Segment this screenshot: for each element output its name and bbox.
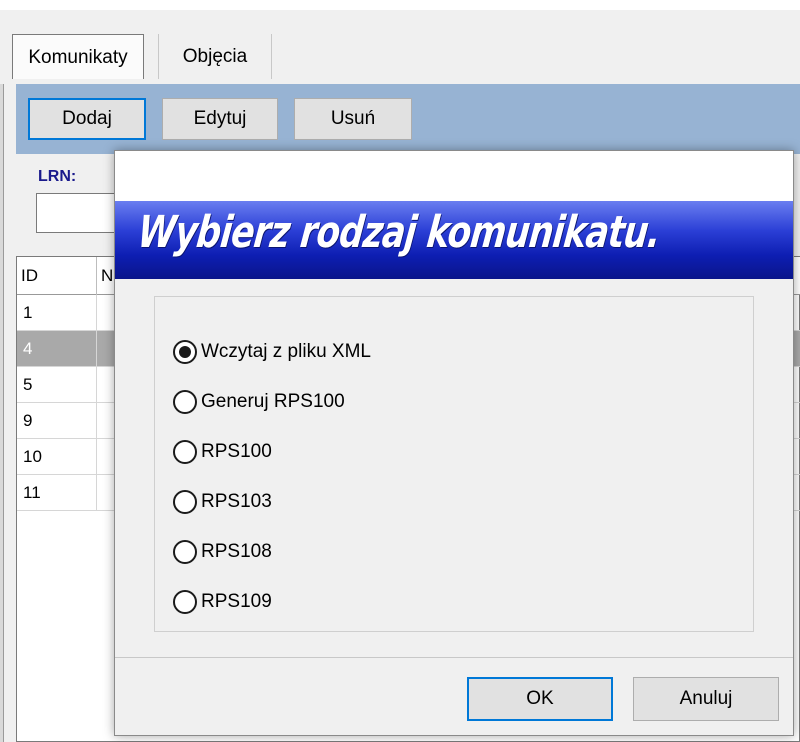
dialog-banner: Wybierz rodzaj komunikatu. (115, 201, 793, 279)
radio-option[interactable]: RPS100 (173, 438, 272, 466)
radio-button[interactable] (173, 390, 197, 414)
radio-label: RPS109 (201, 591, 272, 612)
radio-button[interactable] (173, 540, 197, 564)
column-header-id[interactable]: ID (17, 257, 97, 295)
radio-option[interactable]: RPS103 (173, 488, 272, 516)
edit-button[interactable]: Edytuj (162, 98, 278, 140)
dialog-banner-title: Wybierz rodzaj komunikatu. (135, 207, 663, 258)
radio-button[interactable] (173, 340, 197, 364)
row-id-cell: 11 (17, 475, 97, 510)
row-id-cell: 5 (17, 367, 97, 402)
row-id-cell: 4 (17, 331, 97, 366)
radio-label: RPS100 (201, 441, 272, 462)
add-button[interactable]: Dodaj (28, 98, 146, 140)
radio-label: RPS108 (201, 541, 272, 562)
row-id-cell: 9 (17, 403, 97, 438)
radio-option[interactable]: RPS109 (173, 588, 272, 616)
radio-button[interactable] (173, 490, 197, 514)
delete-button[interactable]: Usuń (294, 98, 412, 140)
window-top-strip (0, 0, 800, 10)
row-id-cell: 1 (17, 295, 97, 330)
message-type-dialog: Wybierz rodzaj komunikatu. Wczytaj z pli… (114, 150, 794, 736)
dialog-separator (115, 657, 793, 658)
left-frame-edge (0, 84, 4, 742)
ok-button[interactable]: OK (467, 677, 613, 721)
tab-komunikaty[interactable]: Komunikaty (12, 34, 144, 79)
lrn-label: LRN: (38, 168, 77, 185)
radio-label: Generuj RPS100 (201, 391, 345, 412)
radio-button[interactable] (173, 440, 197, 464)
cancel-button[interactable]: Anuluj (633, 677, 779, 721)
radio-button[interactable] (173, 590, 197, 614)
tab-objecia[interactable]: Objęcia (158, 34, 272, 79)
radio-option[interactable]: RPS108 (173, 538, 272, 566)
radio-label: Wczytaj z pliku XML (201, 341, 371, 362)
row-id-cell: 10 (17, 439, 97, 474)
toolbar: Dodaj Edytuj Usuń (16, 84, 800, 154)
dialog-titlebar[interactable] (115, 151, 793, 201)
radio-label: RPS103 (201, 491, 272, 512)
radio-option[interactable]: Wczytaj z pliku XML (173, 338, 371, 366)
radio-option[interactable]: Generuj RPS100 (173, 388, 345, 416)
tab-strip: Komunikaty Objęcia (0, 10, 800, 84)
message-type-group: Wczytaj z pliku XML Generuj RPS100 RPS10… (154, 296, 754, 632)
